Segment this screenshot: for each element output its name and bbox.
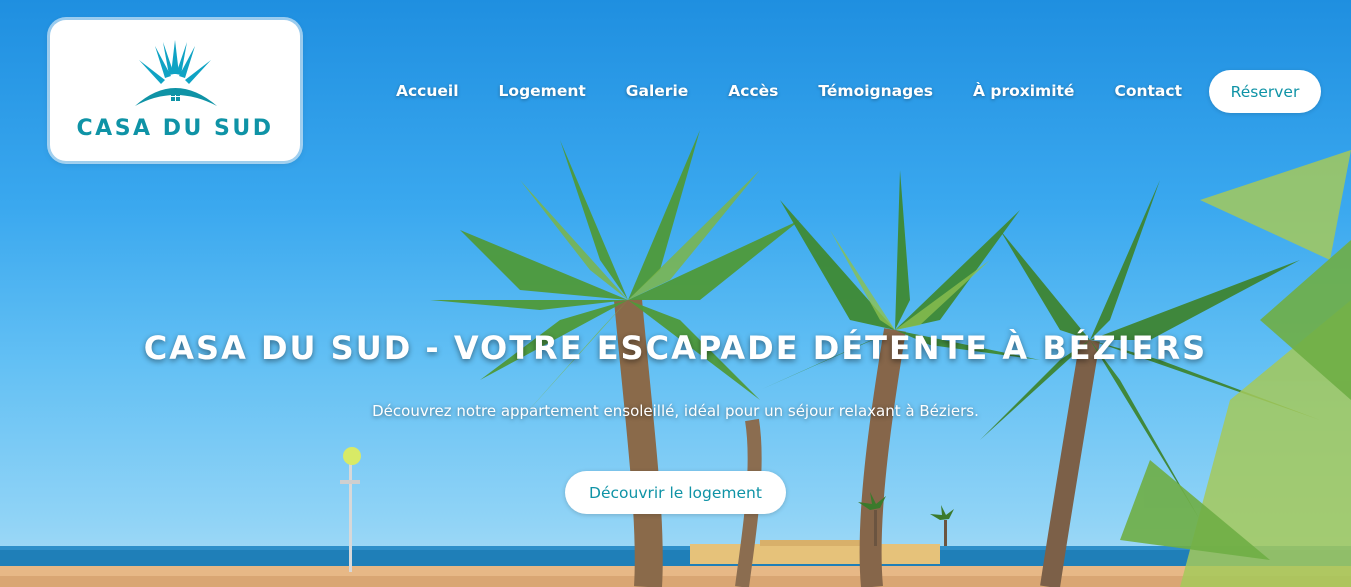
hero-title: CASA DU SUD - VOTRE ESCAPADE DÉTENTE À B… [143,329,1208,367]
nav-item-galerie[interactable]: Galerie [606,82,708,100]
site-logo[interactable]: CASA DU SUD [50,20,300,161]
logo-text: CASA DU SUD [76,116,274,141]
nav-item-acces[interactable]: Accès [708,82,798,100]
discover-accommodation-button[interactable]: Découvrir le logement [565,471,786,514]
nav-item-contact[interactable]: Contact [1094,82,1202,100]
nav-item-a-proximite[interactable]: À proximité [953,82,1094,100]
main-navigation: Accueil Logement Galerie Accès Témoignag… [376,69,1202,113]
nav-item-temoignages[interactable]: Témoignages [798,82,953,100]
nav-item-accueil[interactable]: Accueil [376,82,479,100]
hero-subtitle: Découvrez notre appartement ensoleillé, … [372,402,979,420]
nav-item-logement[interactable]: Logement [479,82,606,100]
reserve-button[interactable]: Réserver [1209,70,1321,113]
sun-house-emblem-icon [135,40,217,106]
